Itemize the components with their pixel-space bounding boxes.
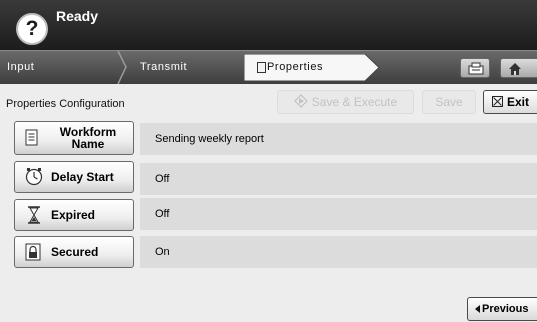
clock-icon: [25, 168, 43, 186]
secured-label: Secured: [51, 245, 99, 259]
exit-button[interactable]: Exit: [483, 90, 537, 114]
save-execute-button[interactable]: Save & Execute: [277, 90, 414, 114]
document-icon: [25, 129, 38, 146]
status-bar: ? Ready: [0, 0, 537, 50]
expired-value: Off: [140, 198, 537, 230]
expired-label: Expired: [51, 208, 96, 222]
secured-value: On: [140, 236, 537, 268]
section-title: Properties Configuration: [6, 98, 125, 110]
machine-status: Ready: [56, 8, 99, 24]
secured-button[interactable]: Secured: [14, 236, 134, 268]
tab-transmit[interactable]: Transmit: [120, 51, 248, 84]
document-icon: [257, 62, 266, 73]
tab-input[interactable]: Input: [0, 51, 128, 84]
tab-properties[interactable]: Properties: [244, 54, 380, 81]
exit-label: Exit: [506, 95, 529, 109]
delay-start-value: Off: [140, 163, 537, 195]
delay-start-label: Delay Start: [51, 170, 114, 184]
previous-button[interactable]: Previous: [467, 297, 537, 321]
home-icon: [509, 63, 521, 75]
hourglass-icon: [28, 206, 40, 224]
workform-name-label: Workform Name: [59, 125, 117, 151]
chevron-left-icon: [475, 305, 480, 313]
home-button[interactable]: [500, 58, 537, 78]
tab-bar: Input Transmit Properties: [0, 50, 537, 84]
save-button[interactable]: Save: [422, 90, 476, 114]
expired-button[interactable]: Expired: [14, 199, 134, 231]
delay-start-button[interactable]: Delay Start: [14, 161, 134, 193]
tab-properties-label: Properties: [267, 61, 324, 73]
save-execute-icon: [293, 94, 308, 108]
close-icon: [491, 96, 503, 107]
workform-name-value: Sending weekly report: [140, 123, 537, 155]
previous-label: Previous: [482, 303, 529, 315]
tray-button[interactable]: [460, 58, 490, 78]
help-button[interactable]: ?: [16, 13, 48, 45]
workform-name-button[interactable]: Workform Name: [14, 121, 134, 155]
save-execute-label: Save & Execute: [311, 95, 398, 109]
tray-icon: [468, 62, 484, 75]
lock-icon: [25, 243, 41, 261]
